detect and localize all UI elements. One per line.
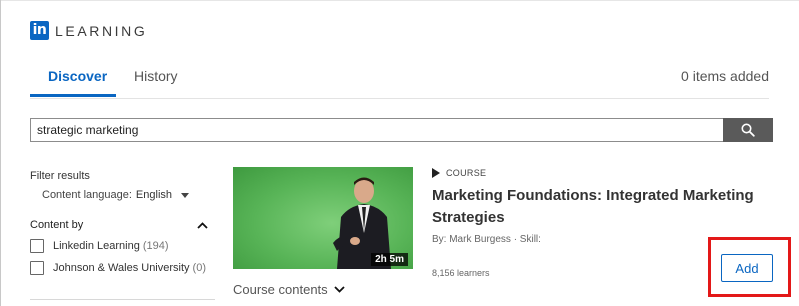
chevron-up-icon[interactable] [197, 221, 208, 229]
search-bar [30, 118, 773, 142]
play-icon [432, 168, 440, 178]
caret-down-icon [181, 192, 189, 198]
content-type-row: COURSE [432, 168, 486, 178]
provider-checkbox[interactable] [30, 239, 44, 253]
filter-results-heading: Filter results [30, 170, 90, 182]
content-by-header[interactable]: Content by [30, 219, 220, 231]
provider-count: (194) [142, 240, 169, 252]
provider-name: Linkedin Learning [53, 240, 140, 252]
search-button[interactable] [723, 118, 773, 142]
add-button[interactable]: Add [721, 254, 773, 282]
course-thumbnail[interactable]: 2h 5m [233, 167, 413, 269]
filters-panel: Filter results Content language: English… [30, 170, 220, 275]
active-tab-indicator [30, 94, 116, 97]
top-border [0, 0, 799, 1]
tab-discover[interactable]: Discover [48, 68, 107, 84]
tab-bar: Discover History 0 items added [30, 68, 769, 98]
left-border [0, 0, 1, 306]
linkedin-learning-logo: in LEARNING [30, 21, 147, 40]
provider-filter-item[interactable]: Johnson & Wales University (0) [30, 261, 220, 275]
tab-history[interactable]: History [134, 68, 178, 84]
content-language-label: Content language: [42, 189, 132, 201]
content-type-label: COURSE [446, 168, 487, 178]
course-contents-toggle[interactable]: Course contents [233, 282, 345, 297]
tabs-divider [30, 98, 769, 99]
content-language-select[interactable]: Content language: English [30, 189, 220, 201]
learner-count: 8,156 learners [432, 268, 490, 278]
search-icon [741, 123, 755, 137]
content-by-label: Content by [30, 219, 84, 231]
provider-name: Johnson & Wales University [53, 262, 190, 274]
search-input[interactable] [30, 118, 723, 142]
course-byline: By: Mark Burgess · Skill: [432, 234, 541, 245]
course-title[interactable]: Marketing Foundations: Integrated Market… [432, 185, 772, 229]
provider-filter-item[interactable]: Linkedin Learning (194) [30, 239, 220, 253]
linkedin-in-icon: in [30, 21, 49, 40]
items-added-count: 0 items added [681, 68, 769, 84]
content-language-value: English [135, 189, 172, 201]
duration-badge: 2h 5m [371, 253, 408, 266]
course-contents-label: Course contents [233, 282, 328, 297]
filters-divider [30, 299, 215, 300]
logo-text: LEARNING [55, 22, 148, 39]
chevron-down-icon [334, 286, 345, 293]
provider-checkbox[interactable] [30, 261, 44, 275]
provider-count: (0) [192, 262, 206, 274]
